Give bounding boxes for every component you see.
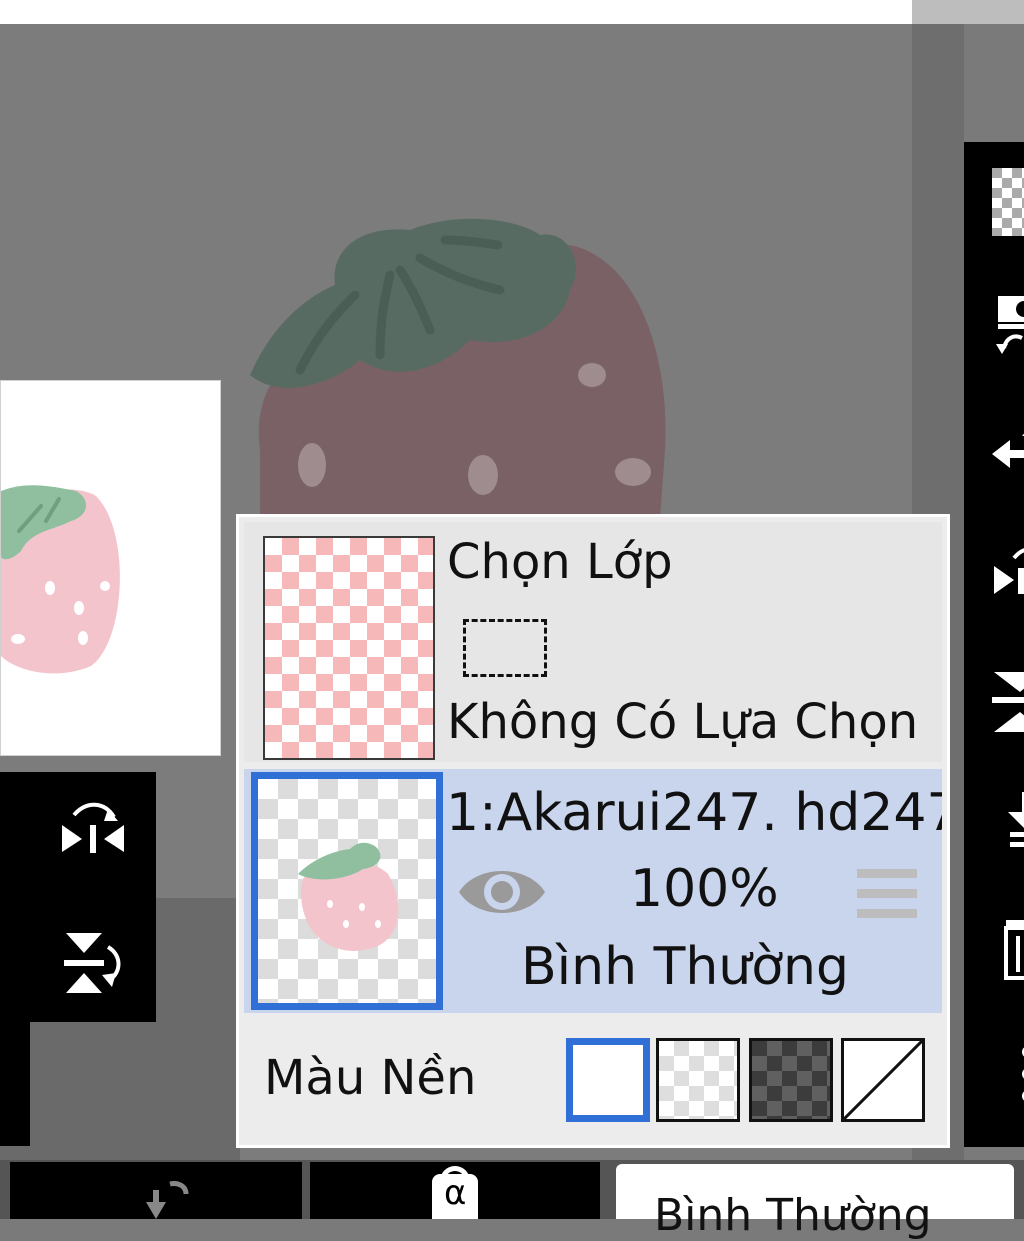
alpha-symbol: α bbox=[444, 1173, 467, 1213]
selection-marquee-icon bbox=[463, 619, 547, 677]
undo-icon bbox=[146, 1181, 189, 1219]
camera-rotate-icon bbox=[996, 296, 1024, 354]
selection-layer-thumbnail bbox=[263, 536, 435, 760]
layer-row[interactable]: 1:Akarui247. hd247 100% Bình Thường bbox=[244, 769, 942, 1013]
move-button[interactable] bbox=[984, 414, 1024, 484]
merge-down-button[interactable] bbox=[984, 782, 1024, 852]
more-button[interactable] bbox=[984, 1032, 1024, 1102]
merge-down-icon bbox=[1008, 792, 1024, 847]
bg-swatch-dark-checker[interactable] bbox=[749, 1038, 833, 1122]
delete-icon bbox=[1004, 920, 1024, 980]
rotate-button[interactable] bbox=[984, 538, 1024, 608]
alpha-lock-button[interactable]: α bbox=[310, 1162, 600, 1219]
more-icon bbox=[1022, 1047, 1024, 1101]
left-tool-stub bbox=[0, 1022, 30, 1146]
flip-icon bbox=[992, 672, 1024, 732]
eye-icon bbox=[459, 871, 545, 913]
status-bar-right bbox=[912, 0, 1024, 24]
bg-swatch-none[interactable] bbox=[841, 1038, 925, 1122]
rotate-icon bbox=[994, 548, 1024, 594]
flip-horizontal-icon bbox=[62, 802, 124, 853]
bg-swatch-light-checker[interactable] bbox=[656, 1038, 740, 1122]
selection-layer-title: Chọn Lớp bbox=[447, 534, 673, 590]
move-icon bbox=[992, 433, 1024, 468]
layer-thumbnail bbox=[251, 772, 443, 1010]
canvas-strawberry-drawing bbox=[250, 218, 666, 520]
delete-layer-button[interactable] bbox=[984, 912, 1024, 982]
transparency-icon bbox=[992, 168, 1024, 236]
layer-blend-mode[interactable]: Bình Thường bbox=[521, 937, 849, 997]
flip-vertical-icon bbox=[64, 933, 121, 993]
layer-thumbnail-strawberry bbox=[298, 842, 399, 951]
background-color-row: Màu Nền bbox=[244, 1020, 942, 1138]
status-bar bbox=[0, 0, 912, 24]
flip-vertical-button[interactable] bbox=[58, 927, 128, 997]
undo-button[interactable] bbox=[10, 1162, 302, 1219]
background-color-label: Màu Nền bbox=[264, 1050, 477, 1106]
layer-panel: Chọn Lớp Không Có Lựa Chọn 1:Akarui247. … bbox=[236, 514, 950, 1148]
layer-visibility-toggle[interactable] bbox=[457, 859, 547, 929]
camera-rotate-button[interactable] bbox=[984, 290, 1024, 360]
layer-name: 1:Akarui247. hd247 bbox=[446, 783, 942, 843]
drag-handle-icon bbox=[857, 869, 917, 918]
layer-opacity[interactable]: 100% bbox=[630, 859, 779, 919]
left-tool-panel bbox=[0, 772, 156, 1022]
right-toolbar bbox=[964, 142, 1024, 1147]
no-color-icon bbox=[844, 1041, 922, 1119]
flip-button[interactable] bbox=[984, 662, 1024, 732]
flip-horizontal-button[interactable] bbox=[58, 797, 128, 867]
blend-mode-button[interactable]: Bình Thường bbox=[616, 1164, 1014, 1241]
blend-mode-label: Bình Thường bbox=[654, 1190, 932, 1241]
selection-status: Không Có Lựa Chọn bbox=[447, 694, 919, 750]
transparency-button[interactable] bbox=[984, 166, 1024, 236]
navigator-preview[interactable] bbox=[0, 380, 221, 756]
bg-swatch-white[interactable] bbox=[566, 1038, 650, 1122]
layer-drag-handle[interactable] bbox=[855, 867, 919, 927]
navigator-strawberry bbox=[1, 485, 120, 674]
selection-layer-row[interactable]: Chọn Lớp Không Có Lựa Chọn bbox=[244, 522, 942, 762]
